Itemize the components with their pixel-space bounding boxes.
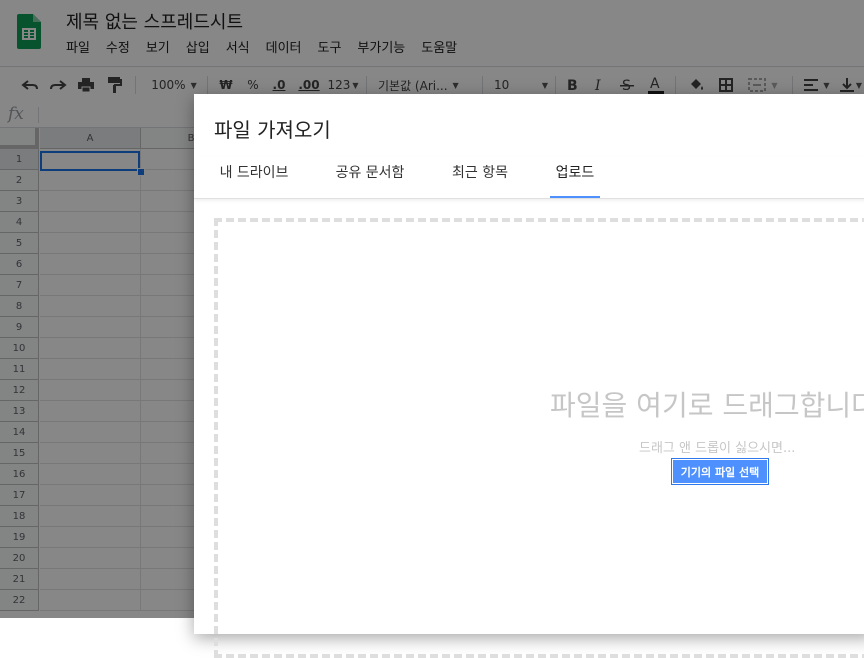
sheets-app: 제목 없는 스프레드시트 파일 수정 보기 삽입 서식 데이터 도구 부가기능 …	[0, 0, 864, 658]
tab-my-drive[interactable]: 내 드라이브	[216, 156, 292, 196]
dialog-title: 파일 가져오기	[214, 118, 331, 142]
drop-zone-subtitle: 드래그 앤 드롭이 싫으시면...	[639, 441, 796, 456]
dialog-tabs: 내 드라이브 공유 문서함 최근 항목 업로드	[194, 156, 864, 199]
drop-zone-title: 파일을 여기로 드래그합니다	[550, 389, 864, 422]
tab-shared-with-me[interactable]: 공유 문서함	[332, 156, 408, 196]
tab-recent[interactable]: 최근 항목	[448, 156, 512, 196]
tab-upload[interactable]: 업로드	[550, 156, 600, 198]
import-file-dialog: 파일 가져오기 내 드라이브 공유 문서함 최근 항목 업로드 파일을 여기로 …	[194, 94, 864, 658]
select-device-file-button[interactable]: 기기의 파일 선택	[671, 458, 769, 485]
